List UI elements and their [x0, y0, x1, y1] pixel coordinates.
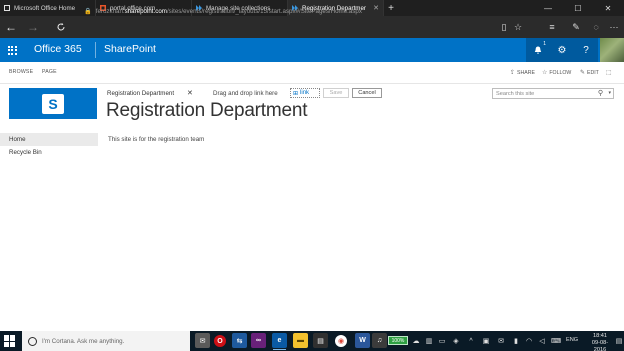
url-path: /sites/events/registration/_layouts/15/s…: [166, 7, 362, 15]
clock-date: 09-08-2016: [591, 340, 609, 351]
file-explorer-icon[interactable]: ▬: [293, 333, 308, 348]
notifications-bell-icon[interactable]: 1: [526, 38, 550, 62]
cancel-button[interactable]: Cancel: [352, 88, 382, 98]
web-note-icon[interactable]: ✎: [566, 16, 586, 38]
link-icon: ⊞: [293, 90, 299, 97]
battery-tray-icon[interactable]: ▮: [510, 334, 522, 348]
nav-item-recycle-bin[interactable]: Recycle Bin: [0, 146, 98, 159]
focus-icon: ⬚: [606, 70, 612, 76]
site-description: This site is for the registration team: [108, 136, 205, 143]
chrome-browser-icon[interactable]: ◉: [335, 335, 347, 347]
cortana-search-box[interactable]: I'm Cortana. Ask me anything.: [22, 331, 190, 351]
focus-content-button[interactable]: ⬚: [606, 69, 612, 76]
share-icon: ⇪: [510, 70, 516, 76]
maximize-button[interactable]: ☐: [568, 0, 588, 16]
chevron-up-icon[interactable]: ^: [465, 334, 477, 348]
tray-app-icon[interactable]: ▣: [480, 334, 492, 348]
suite-divider: [95, 42, 96, 58]
clock-time: 18:41: [593, 333, 607, 339]
remove-link-icon[interactable]: ✕: [187, 89, 193, 97]
search-input[interactable]: Search this site ⚲ ▾: [492, 88, 614, 99]
remote-desktop-icon[interactable]: ⇆: [232, 333, 247, 348]
follow-button[interactable]: ☆ FOLLOW: [542, 69, 572, 77]
pencil-icon: ✎: [580, 70, 586, 76]
drag-drop-hint: Drag and drop link here: [213, 90, 278, 97]
network-icon[interactable]: ▥: [423, 334, 435, 348]
cortana-icon: [28, 336, 37, 346]
cortana-placeholder: I'm Cortana. Ask me anything.: [42, 337, 125, 345]
minimize-button[interactable]: —: [538, 0, 558, 16]
tab-page[interactable]: PAGE: [42, 69, 57, 75]
page-title: Registration Department: [106, 100, 308, 121]
keyboard-icon[interactable]: ⌨: [550, 334, 562, 348]
action-center-icon[interactable]: ▤: [614, 334, 624, 348]
language-indicator[interactable]: ENG: [566, 337, 578, 343]
cloud-sync-icon[interactable]: ☁: [410, 334, 422, 348]
display-icon[interactable]: ▭: [436, 334, 448, 348]
favorite-star-icon[interactable]: ☆: [508, 16, 528, 38]
battery-indicator[interactable]: 100%: [388, 336, 408, 345]
avatar[interactable]: [600, 38, 624, 62]
headset-icon[interactable]: ♫: [372, 333, 387, 348]
edge-browser-icon[interactable]: e: [272, 333, 287, 350]
site-logo[interactable]: S: [9, 88, 97, 119]
lock-icon: 🔒: [84, 8, 92, 15]
edit-label: EDIT: [587, 69, 599, 76]
tab-office-home[interactable]: Microsoft Office Home: [0, 0, 96, 16]
windows-start-icon[interactable]: [4, 335, 16, 347]
waffle-icon[interactable]: [0, 38, 24, 62]
url-host: sharepoint.com: [124, 7, 167, 15]
sharepoint-brand[interactable]: SharePoint: [104, 43, 156, 55]
suite-bar: Office 365 SharePoint 1 ⚙ ?: [0, 38, 624, 62]
save-button[interactable]: Save: [323, 88, 349, 98]
search-icon[interactable]: ⚲: [598, 89, 603, 97]
share-label: SHARE: [517, 69, 535, 76]
help-icon[interactable]: ?: [574, 38, 598, 62]
tab-browse[interactable]: BROWSE: [9, 69, 33, 75]
visual-studio-icon[interactable]: ∞: [251, 333, 266, 348]
refresh-icon[interactable]: [50, 16, 72, 38]
url-field[interactable]: 🔒 ferozkhan. sharepoint.com/sites/events/…: [84, 3, 504, 19]
star-icon: ☆: [542, 70, 548, 76]
follow-label: FOLLOW: [549, 69, 572, 76]
url-prefix: ferozkhan.: [95, 7, 125, 15]
volume-icon[interactable]: ◁: [536, 334, 548, 348]
tab-title: Microsoft Office Home: [14, 4, 76, 12]
screen: Microsoft Office Home portal.office.com …: [0, 0, 624, 351]
ribbon: BROWSE PAGE ⇪ SHARE ☆ FOLLOW ✎ EDIT ⬚: [0, 62, 624, 84]
office365-brand[interactable]: Office 365: [34, 43, 82, 55]
mail-tray-icon[interactable]: ✉: [495, 334, 507, 348]
link-button[interactable]: ⊞ link: [290, 88, 320, 98]
taskbar-clock[interactable]: 18:41 09-08-2016: [586, 333, 614, 351]
chevron-down-icon[interactable]: ▾: [608, 90, 611, 96]
edit-button[interactable]: ✎ EDIT: [580, 69, 599, 77]
mail-app-icon[interactable]: ✉: [195, 333, 210, 348]
wifi-icon[interactable]: ◠: [523, 334, 535, 348]
nav-item-home[interactable]: Home: [0, 133, 98, 146]
forward-arrow-icon[interactable]: →: [22, 16, 44, 38]
notification-count: 1: [543, 41, 546, 47]
share-icon[interactable]: ◌: [586, 16, 606, 38]
more-icon[interactable]: ···: [604, 16, 624, 38]
settings-gear-icon[interactable]: ⚙: [550, 38, 574, 62]
app-tray-icon[interactable]: ◈: [450, 334, 462, 348]
quick-launch: Home Recycle Bin: [0, 133, 98, 159]
address-bar: ← →: [0, 16, 624, 38]
hub-icon[interactable]: ≡: [542, 16, 562, 38]
search-placeholder: Search this site: [496, 90, 535, 97]
back-arrow-icon[interactable]: ←: [0, 16, 22, 38]
link-label: link: [300, 90, 310, 96]
movies-icon[interactable]: ▤: [313, 333, 328, 348]
word-app-icon[interactable]: W: [355, 333, 370, 348]
breadcrumb[interactable]: Registration Department: [107, 90, 174, 97]
share-button[interactable]: ⇪ SHARE: [510, 69, 535, 77]
office-favicon-icon: [4, 5, 10, 11]
sharepoint-logo-icon: S: [42, 93, 64, 114]
opera-browser-icon[interactable]: O: [214, 335, 226, 347]
close-window-button[interactable]: ✕: [598, 0, 618, 16]
